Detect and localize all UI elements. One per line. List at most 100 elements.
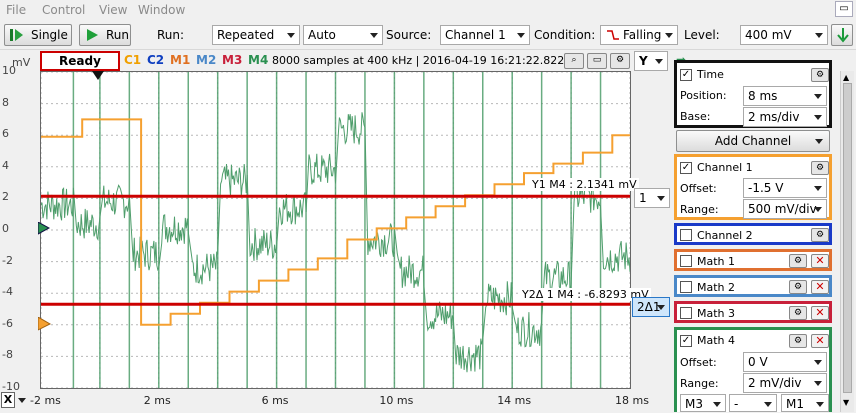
level-label: Level:	[684, 28, 720, 42]
x-axis-select[interactable]: X	[1, 392, 15, 408]
c1-offset-marker[interactable]	[38, 317, 52, 331]
cursor-y1-tag[interactable]: 1	[634, 188, 670, 208]
cursor-y1-readout: Y1 M4 : 2.1341 mV	[530, 178, 639, 191]
menu-view[interactable]: View	[99, 3, 127, 17]
math3-close-icon[interactable]: ✕	[811, 306, 829, 320]
channel1-checkbox[interactable]: ✓	[680, 162, 692, 174]
channel1-range-select[interactable]: 500 mV/div	[743, 199, 827, 219]
chevron-down-icon	[370, 33, 378, 38]
y-tick-label: 0	[2, 222, 9, 235]
menu-window[interactable]: Window	[138, 3, 185, 17]
trigger-mode-value: Auto	[308, 28, 336, 42]
math1-close-icon[interactable]: ✕	[811, 254, 829, 268]
x-tick-label: 6 ms	[261, 394, 289, 407]
plot-area[interactable]	[40, 71, 631, 389]
plot-header: Ready C1 C2 M1 M2 M3 M4 8000 samples at …	[40, 51, 672, 71]
tag-m2[interactable]: M2	[196, 53, 216, 67]
time-base-select[interactable]: 2 ms/div	[743, 107, 827, 127]
math4-checkbox[interactable]: ✓	[680, 335, 692, 347]
y-axis-select[interactable]: Y	[634, 51, 668, 71]
single-button[interactable]: Single	[4, 24, 72, 46]
cursor-y2-tag[interactable]: 2Δ1	[632, 297, 670, 317]
math3-checkbox[interactable]	[680, 307, 692, 319]
tag-m1[interactable]: M1	[170, 53, 190, 67]
source-label: Source:	[386, 28, 432, 42]
y-tick-label: -6	[2, 316, 13, 330]
math3-options-icon[interactable]: ⚙	[789, 306, 807, 320]
math2-options-icon[interactable]: ⚙	[789, 280, 807, 294]
panel-scrollbar[interactable]: ▲ ▼	[840, 71, 854, 412]
math2-checkbox[interactable]	[680, 281, 692, 293]
y-tick-label: 8	[2, 95, 9, 109]
math4-offset-label: Offset:	[680, 356, 717, 369]
channel1-offset-select[interactable]: -1.5 V	[743, 178, 827, 198]
run-button[interactable]: Run	[79, 24, 131, 46]
level-arrow-button[interactable]	[831, 24, 853, 46]
tag-m4[interactable]: M4	[248, 53, 268, 67]
channel1-settings: ✓ Channel 1 ⚙ Offset: -1.5 V Range: 500 …	[674, 154, 832, 220]
channel1-options-icon[interactable]: ⚙	[811, 161, 829, 175]
time-settings: ✓ Time ⚙ Position: 8 ms Base: 2 ms/div	[674, 60, 832, 128]
restore-icon[interactable]: ▭	[835, 1, 853, 17]
scroll-up-icon[interactable]: ▲	[843, 73, 849, 82]
time-label: Time	[697, 68, 724, 81]
math4-offset-value: 0 V	[748, 355, 768, 369]
channel1-offset-value: -1.5 V	[748, 181, 784, 195]
math1-checkbox[interactable]	[680, 255, 692, 267]
channel2-options-icon[interactable]: ⚙	[811, 228, 829, 242]
falling-edge-icon	[607, 30, 619, 40]
tag-c2[interactable]: C2	[147, 53, 164, 67]
scroll-down-icon[interactable]: ▼	[843, 398, 849, 407]
condition-select[interactable]: Falling	[600, 25, 678, 45]
x-tick-label: 2 ms	[143, 394, 171, 407]
chevron-down-icon	[816, 402, 824, 407]
menu-control[interactable]: Control	[42, 3, 85, 17]
trigger-position-marker[interactable]	[92, 71, 106, 81]
run-mode-value: Repeated	[217, 28, 275, 42]
zoom-icon[interactable]: ⌕	[564, 53, 584, 69]
math4-options-icon[interactable]: ⚙	[789, 334, 807, 348]
chevron-down-icon	[517, 33, 525, 38]
tag-c1[interactable]: C1	[124, 53, 141, 67]
source-select[interactable]: Channel 1	[440, 25, 530, 45]
channel1-range-value: 500 mV/div	[748, 202, 817, 216]
math4-range-select[interactable]: 2 mV/div	[743, 373, 827, 393]
math4-operand-b[interactable]: M1	[781, 394, 829, 412]
chevron-down-icon	[287, 33, 295, 38]
chevron-down-icon	[815, 139, 823, 144]
menu-file[interactable]: File	[6, 3, 26, 17]
math4-close-icon[interactable]: ✕	[811, 334, 829, 348]
math4-operand-a[interactable]: M3	[680, 394, 726, 412]
math4-range-value: 2 mV/div	[748, 376, 802, 390]
add-channel-label: Add Channel	[714, 134, 792, 148]
tag-m3[interactable]: M3	[222, 53, 242, 67]
time-position-select[interactable]: 8 ms	[743, 86, 827, 106]
math2-close-icon[interactable]: ✕	[811, 280, 829, 294]
scrollbar-thumb[interactable]	[843, 83, 852, 393]
time-options-icon[interactable]: ⚙	[811, 68, 829, 82]
math1-options-icon[interactable]: ⚙	[789, 254, 807, 268]
channel-ground-marker[interactable]	[38, 222, 50, 236]
trigger-mode-select[interactable]: Auto	[303, 25, 383, 45]
channel2-checkbox[interactable]	[680, 229, 692, 241]
chevron-down-icon	[814, 186, 822, 191]
condition-label: Condition:	[534, 28, 596, 42]
channel1-range-label: Range:	[680, 203, 719, 216]
settings-icon[interactable]: ⚙	[610, 53, 630, 69]
math4-operator[interactable]: -	[729, 394, 777, 412]
math4-offset-select[interactable]: 0 V	[743, 352, 827, 372]
ruler-icon[interactable]: ▭	[587, 53, 607, 69]
chevron-down-icon	[814, 115, 822, 120]
math4-operand-b-value: M1	[786, 397, 804, 411]
chevron-down-icon	[814, 381, 822, 386]
add-channel-button[interactable]: Add Channel	[676, 130, 830, 152]
x-tick-label: -2 ms	[30, 394, 61, 407]
chevron-down-icon	[814, 360, 822, 365]
condition-value: Falling	[623, 28, 662, 42]
chevron-down-icon[interactable]	[18, 398, 26, 403]
run-mode-label: Run:	[157, 28, 185, 42]
play-icon	[87, 29, 98, 41]
time-checkbox[interactable]: ✓	[680, 69, 692, 81]
level-select[interactable]: 400 mV	[740, 25, 828, 45]
run-mode-select[interactable]: Repeated	[212, 25, 300, 45]
